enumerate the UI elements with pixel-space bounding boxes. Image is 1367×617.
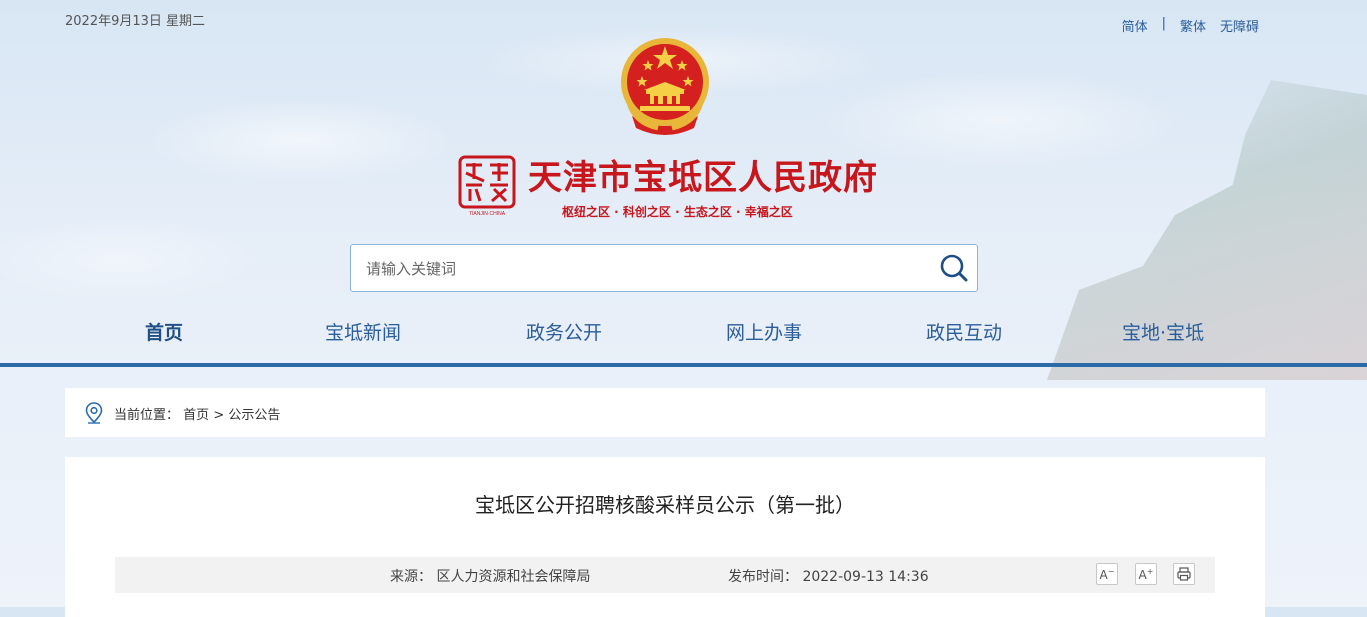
national-emblem-icon bbox=[621, 38, 709, 135]
article-source: 来源： 区人力资源和社会保障局 bbox=[390, 569, 591, 585]
breadcrumb-text: 当前位置： 首页 > 公示公告 bbox=[114, 404, 280, 423]
seal-caption: TIANJIN·CHINA bbox=[469, 211, 506, 217]
site-title: 天津市宝坻区人民政府 bbox=[528, 158, 878, 198]
font-decrease-button[interactable]: A− bbox=[1096, 563, 1118, 585]
font-increase-button[interactable]: A+ bbox=[1135, 563, 1157, 585]
search-bar bbox=[350, 244, 978, 293]
nav-gov-affairs[interactable]: 政务公开 bbox=[526, 318, 602, 345]
font-increase-icon: A+ bbox=[1138, 566, 1154, 582]
nav-baodi-baodi[interactable]: 宝地·宝坻 bbox=[1122, 318, 1204, 345]
tianjin-seal-logo: TIANJIN·CHINA bbox=[458, 155, 516, 217]
lang-traditional-link[interactable]: 繁体 bbox=[1180, 16, 1206, 35]
article-title: 宝坻区公开招聘核酸采样员公示（第一批） bbox=[475, 493, 855, 517]
print-button[interactable] bbox=[1173, 563, 1195, 585]
location-pin-icon bbox=[85, 402, 103, 424]
breadcrumb-label: 当前位置： bbox=[114, 408, 180, 423]
search-input[interactable] bbox=[351, 245, 928, 293]
accessibility-link[interactable]: 无障碍 bbox=[1220, 16, 1259, 35]
lang-separator: | bbox=[1161, 16, 1166, 31]
breadcrumb-home-link[interactable]: 首页 bbox=[183, 408, 209, 423]
nav-home[interactable]: 首页 bbox=[145, 318, 183, 345]
language-links: 简体 | 繁体 无障碍 bbox=[1122, 16, 1259, 35]
breadcrumb-separator: > bbox=[213, 408, 225, 423]
breadcrumb: 当前位置： 首页 > 公示公告 bbox=[65, 388, 1265, 437]
article-meta-bar: 来源： 区人力资源和社会保障局 发布时间： 2022-09-13 14:36 A… bbox=[115, 557, 1215, 593]
article-container: 宝坻区公开招聘核酸采样员公示（第一批） 来源： 区人力资源和社会保障局 发布时间… bbox=[65, 457, 1265, 617]
main-nav: 首页 宝坻新闻 政务公开 网上办事 政民互动 宝地·宝坻 bbox=[65, 318, 1265, 350]
nav-baodi-news[interactable]: 宝坻新闻 bbox=[325, 318, 401, 345]
site-slogan: 枢纽之区 · 科创之区 · 生态之区 · 幸福之区 bbox=[562, 205, 793, 219]
print-icon bbox=[1177, 567, 1191, 581]
lang-simplified-link[interactable]: 简体 bbox=[1122, 16, 1148, 35]
font-decrease-icon: A− bbox=[1099, 566, 1115, 582]
nav-online-services[interactable]: 网上办事 bbox=[726, 318, 802, 345]
nav-interaction[interactable]: 政民互动 bbox=[926, 318, 1002, 345]
breadcrumb-current-link[interactable]: 公示公告 bbox=[228, 408, 280, 423]
article-publish-time: 发布时间： 2022-09-13 14:36 bbox=[728, 569, 929, 585]
search-icon[interactable] bbox=[939, 253, 969, 283]
current-date: 2022年9月13日 星期二 bbox=[65, 14, 206, 29]
nav-divider bbox=[0, 363, 1367, 367]
